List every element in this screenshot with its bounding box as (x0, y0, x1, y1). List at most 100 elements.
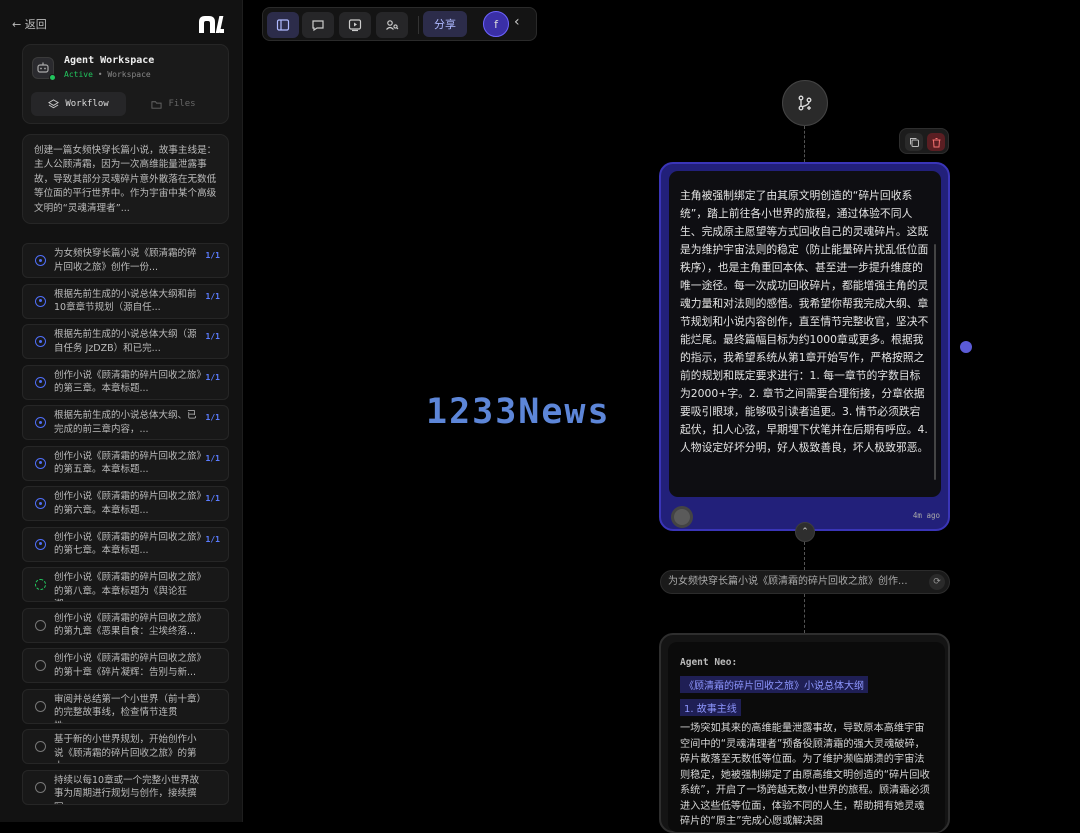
edge-connector (804, 126, 805, 162)
agent-name: Agent Neo: (680, 657, 738, 668)
workspace-tabs: Workflow Files (31, 92, 221, 116)
task-done-icon (35, 457, 46, 469)
sidebar-toggle-button[interactable] (267, 12, 299, 38)
copy-button[interactable] (905, 133, 923, 151)
user-search-button[interactable] (376, 12, 408, 38)
task-progress-badge: 1/1 (205, 534, 220, 544)
tab-files[interactable]: Files (126, 92, 221, 116)
task-label: 创作小说《顾清霜的碎片回收之旅》的第七章。本章标题... (54, 531, 202, 557)
chat-button[interactable] (302, 12, 334, 38)
task-done-icon (35, 417, 46, 428)
task-item[interactable]: 创作小说《顾清霜的碎片回收之旅》的第七章。本章标题... 1/1 (22, 526, 229, 562)
task-node[interactable]: 为女频快穿长篇小说《顾清霜的碎片回收之旅》创作... ⟳ (660, 570, 950, 594)
chat-icon (312, 20, 324, 32)
task-label: 创作小说《顾清霜的碎片回收之旅》的第五章。本章标题... (54, 450, 202, 476)
node-actions (899, 128, 949, 154)
task-label: 为女频快穿长篇小说《顾清霜的碎片回收之旅》创作一份... (54, 248, 197, 273)
task-pending-icon (35, 660, 46, 671)
workspace-status: Active (64, 70, 93, 79)
task-progress-badge: 1/1 (205, 251, 220, 260)
tab-workflow[interactable]: Workflow (31, 92, 126, 116)
task-item[interactable]: 为女频快穿长篇小说《顾清霜的碎片回收之旅》创作一份... 1/1 (22, 243, 229, 278)
task-label: 审阅并总结第一个小世界（前十章）的完整故事线，检查情节连贯性、... (54, 693, 202, 723)
collapse-button[interactable]: ⌃ (795, 522, 815, 542)
task-node-label: 为女频快穿长篇小说《顾清霜的碎片回收之旅》创作... (668, 576, 908, 587)
preview-button[interactable] (339, 12, 371, 38)
workspace-card: Agent Workspace Active • Workspace Workf… (22, 44, 229, 124)
task-item[interactable]: 持续以每10章或一个完整小世界故事为周期进行规划与创作，接续撰写... (22, 769, 229, 805)
task-done-icon (35, 498, 46, 509)
user-search-icon (386, 20, 399, 30)
robot-icon (32, 57, 56, 81)
folder-icon (151, 100, 162, 109)
task-label: 创作小说《顾清霜的碎片回收之旅》的第三章。本章标题... (54, 369, 202, 395)
edge-connector (804, 542, 805, 570)
task-running-icon (35, 579, 46, 590)
tab-workflow-label: Workflow (65, 99, 109, 109)
back-label: ← 返回 (12, 18, 47, 31)
task-item[interactable]: 基于新的小世界规划，开始创作小说《顾清霜的碎片回收之旅》的第十... (22, 729, 229, 764)
user-avatar[interactable]: f (483, 11, 509, 37)
task-item[interactable]: 审阅并总结第一个小世界（前十章）的完整故事线，检查情节连贯性、... (22, 688, 229, 724)
user-prompt-node[interactable]: 主角被强制绑定了由其原文明创造的“碎片回收系统”，踏上前往各小世界的旅程，通过体… (659, 162, 950, 531)
response-body: 一场突如其来的高维能量泄露事故，导致原本高维宇宙空间中的“灵魂清理者”预备役顾清… (680, 723, 930, 827)
copy-icon (909, 137, 919, 147)
git-branch-icon (798, 95, 812, 111)
task-label: 创作小说《顾清霜的碎片回收之旅》的第十章《碎片凝辉：告别与新... (54, 653, 202, 678)
node-handle[interactable] (960, 341, 972, 353)
share-button[interactable]: 分享 (423, 11, 467, 37)
task-progress-badge: 1/1 (205, 453, 220, 463)
task-progress-badge: 1/1 (205, 291, 220, 301)
task-label: 根据先前生成的小说总体大纲（源自任务 JzDZB）和已完... (54, 329, 197, 354)
watermark: 1233News (426, 392, 611, 432)
back-button[interactable]: ← 返回 (12, 16, 47, 32)
response-heading: 《顾清霜的碎片回收之旅》小说总体大纲 (680, 676, 868, 693)
prompt-summary[interactable]: 创建一篇女频快穿长篇小说，故事主线是：主人公顾清霜，因为一次高维能量泄露事故，导… (22, 134, 229, 224)
task-item[interactable]: 创作小说《顾清霜的碎片回收之旅》的第八章。本章标题为《舆论狂潮... (22, 567, 229, 602)
task-item[interactable]: 根据先前生成的小说总体大纲（源自任务 JzDZB）和已完... 1/1 (22, 324, 229, 359)
agent-response-content: Agent Neo: 《顾清霜的碎片回收之旅》小说总体大纲 1. 故事主线 一场… (668, 642, 945, 832)
task-label: 创作小说《顾清霜的碎片回收之旅》的第六章。本章标题... (54, 491, 202, 516)
task-item[interactable]: 创作小说《顾清霜的碎片回收之旅》的第九章《恶果自食：尘埃终落... (22, 607, 229, 643)
node-avatar (671, 506, 693, 528)
task-done-icon (35, 538, 46, 550)
task-done-icon (35, 376, 46, 388)
layers-icon (48, 98, 60, 108)
edge-connector (804, 594, 805, 633)
task-item[interactable]: 创作小说《顾清霜的碎片回收之旅》的第三章。本章标题... 1/1 (22, 364, 229, 400)
workspace-type: Workspace (107, 70, 151, 79)
agent-response-node[interactable]: Agent Neo: 《顾清霜的碎片回收之旅》小说总体大纲 1. 故事主线 一场… (659, 633, 950, 833)
task-pending-icon (35, 741, 46, 752)
chevron-left-icon[interactable]: ‹ (514, 14, 520, 30)
response-subheading: 1. 故事主线 (680, 699, 741, 716)
delete-button[interactable] (927, 133, 945, 151)
workspace-subtitle: Active • Workspace (64, 70, 151, 79)
task-pending-icon (35, 700, 46, 712)
app-logo-icon (199, 16, 224, 33)
task-item[interactable]: 创作小说《顾清霜的碎片回收之旅》的第六章。本章标题... 1/1 (22, 486, 229, 521)
task-item[interactable]: 创作小说《顾清霜的碎片回收之旅》的第五章。本章标题... 1/1 (22, 445, 229, 481)
toolbar-divider (418, 16, 419, 34)
task-label: 创作小说《顾清霜的碎片回收之旅》的第九章《恶果自食：尘埃终落... (54, 612, 202, 638)
workspace-separator: • (92, 70, 108, 79)
refresh-icon[interactable]: ⟳ (929, 574, 945, 590)
task-progress-badge: 1/1 (205, 372, 220, 382)
scrollbar[interactable] (934, 244, 936, 480)
task-item[interactable]: 根据先前生成的小说总体大纲、已完成的前三章内容，... 1/1 (22, 405, 229, 440)
task-list: 为女频快穿长篇小说《顾清霜的碎片回收之旅》创作一份... 1/1 根据先前生成的小说… (22, 243, 229, 810)
task-label: 基于新的小世界规划，开始创作小说《顾清霜的碎片回收之旅》的第十... (54, 734, 197, 763)
task-label: 创作小说《顾清霜的碎片回收之旅》的第八章。本章标题为《舆论狂潮... (54, 572, 202, 601)
task-item[interactable]: 创作小说《顾清霜的碎片回收之旅》的第十章《碎片凝辉：告别与新... (22, 648, 229, 683)
branch-button[interactable] (782, 80, 828, 126)
task-item[interactable]: 根据先前生成的小说总体大纲和前10章章节规划（源自任... 1/1 (22, 283, 229, 319)
chevron-up-icon: ⌃ (801, 527, 809, 537)
task-label: 根据先前生成的小说总体大纲、已完成的前三章内容，... (54, 410, 197, 435)
workspace-title: Agent Workspace (64, 55, 155, 66)
tab-files-label: Files (168, 99, 196, 109)
task-pending-icon (35, 619, 46, 631)
node-timestamp: 4m ago (912, 511, 940, 520)
task-progress-badge: 1/1 (205, 413, 220, 422)
sidebar-toggle-icon (276, 19, 290, 31)
online-status-dot (49, 74, 56, 81)
trash-icon (932, 137, 940, 147)
